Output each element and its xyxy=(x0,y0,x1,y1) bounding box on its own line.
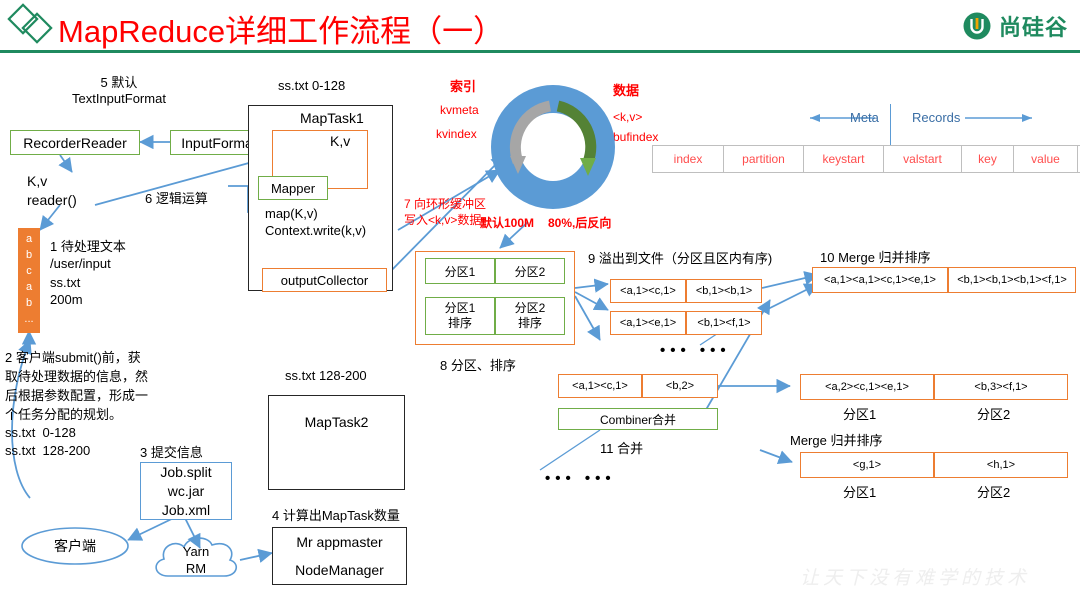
step8-label: 8 分区、排序 xyxy=(440,358,516,373)
kv-reader-label: K,v reader() xyxy=(27,173,77,208)
combine-ellipsis: ••• ••• xyxy=(545,470,616,487)
spill-row2-cell2: <b,1><f,1> xyxy=(686,311,762,335)
spill-row1-cell2: <b,1><b,1> xyxy=(686,279,762,303)
strip-letter: b xyxy=(25,297,33,309)
records-label: Records xyxy=(912,110,961,125)
ring-buffer-icon xyxy=(488,82,618,212)
client-ellipse: 客户端 xyxy=(20,526,130,566)
strip-letter: a xyxy=(25,233,33,245)
step9-label: 9 溢出到文件（分区且区内有序) xyxy=(588,251,773,266)
job-files-box: Job.split wc.jar Job.xml xyxy=(140,462,232,520)
appmaster-line2: NodeManager xyxy=(295,562,384,578)
record-cell-value: value xyxy=(1014,145,1078,173)
yarn-label: Yarn RM xyxy=(182,544,210,576)
map-call-label: map(K,v) Context.write(k,v) xyxy=(265,206,367,238)
result1-label1: 分区1 xyxy=(843,407,877,422)
step10-label: 10 Merge 归并排序 xyxy=(820,250,931,265)
maptask2-caption: ss.txt 128-200 xyxy=(285,368,367,383)
result1-cell1: <a,2><c,1><e,1> xyxy=(800,374,934,400)
result2-label1: 分区1 xyxy=(843,485,877,500)
ring-size-label: 默认100M xyxy=(480,216,535,230)
step2-label: 2 客户端submit()前，获 取待处理数据的信息，然 后根据参数配置，形成一… xyxy=(5,350,149,422)
meta-cell-keystart: keystart xyxy=(804,145,884,173)
strip-letter: c xyxy=(26,265,32,277)
kv-label: K,v xyxy=(330,133,351,149)
maptask1-title: MapTask1 xyxy=(300,110,364,126)
kvindex-label: kvindex xyxy=(436,127,477,141)
watermark-text: 让天下没有难学的技术 xyxy=(800,567,1031,589)
maptask1-caption: ss.txt 0-128 xyxy=(278,78,346,93)
combine-cell1: <a,1><c,1> xyxy=(558,374,642,398)
step6-label: 6 逻辑运算 xyxy=(145,191,208,206)
result2-label2: 分区2 xyxy=(977,485,1011,500)
partition2-box: 分区2 xyxy=(495,258,565,284)
spill-row1-cell1: <a,1><c,1> xyxy=(610,279,686,303)
spill-row2-cell1: <a,1><e,1> xyxy=(610,311,686,335)
result1-cell2: <b,3><f,1> xyxy=(934,374,1068,400)
step4-label: 4 计算出MapTask数量 xyxy=(272,508,400,523)
slide-canvas: MapReduce详细工作流程（一） 尚硅谷 5 默认 TextInputFor… xyxy=(0,0,1080,608)
client-label: 客户端 xyxy=(54,538,96,554)
result2-cell1: <g,1> xyxy=(800,452,934,478)
kvmeta-label: kvmeta xyxy=(440,103,479,117)
merge-cell2: <b,1><b,1><b,1><f,1> xyxy=(948,267,1076,293)
step1-file-label: ss.txt 200m xyxy=(50,275,83,307)
spill-ellipsis: ••• ••• xyxy=(660,342,731,359)
input-text-strip: a b c a b ... xyxy=(18,228,40,333)
combine-cell2: <b,2> xyxy=(642,374,718,398)
step3-label: 3 提交信息 xyxy=(140,445,203,460)
mapper-box: Mapper xyxy=(258,176,328,200)
meta-records-table: index partition keystart valstart key va… xyxy=(652,145,1080,173)
partition2-sorted-box: 分区2 排序 xyxy=(495,297,565,335)
output-collector-box: outputCollector xyxy=(262,268,387,292)
split2-label: ss.txt 128-200 xyxy=(5,443,91,458)
ring-index-label: 索引 xyxy=(450,79,477,94)
meta-cell-valstart: valstart xyxy=(884,145,962,173)
step1-label: 1 待处理文本 /user/input xyxy=(50,239,126,271)
yarn-cloud: Yarn RM xyxy=(148,530,244,588)
partition1-sorted-box: 分区1 排序 xyxy=(425,297,495,335)
meta-cell-partition: partition xyxy=(724,145,804,173)
combiner-box: Combiner合并 xyxy=(558,408,718,430)
meta-cell-index: index xyxy=(652,145,724,173)
appmaster-line1: Mr appmaster xyxy=(296,534,383,550)
strip-letter: b xyxy=(25,249,33,261)
strip-letter: a xyxy=(25,281,33,293)
record-cell-key: key xyxy=(962,145,1014,173)
maptask2-box: MapTask2 xyxy=(268,395,405,490)
step5-label: 5 默认 TextInputFormat xyxy=(72,75,166,106)
strip-letter: ... xyxy=(24,313,34,325)
bufindex-label: bufindex xyxy=(613,130,659,144)
partition1-box: 分区1 xyxy=(425,258,495,284)
step11-label: 11 合并 xyxy=(600,441,644,456)
split1-label: ss.txt 0-128 xyxy=(5,425,76,440)
step7-label: 7 向环形缓冲区 写入<k,v>数据 xyxy=(404,197,487,227)
result2-caption: Merge 归并排序 xyxy=(790,433,883,448)
result2-cell2: <h,1> xyxy=(934,452,1068,478)
result1-label2: 分区2 xyxy=(977,407,1011,422)
meta-label: Meta xyxy=(850,110,879,125)
merge-cell1: <a,1><a,1><c,1><e,1> xyxy=(812,267,948,293)
recorder-reader-box: RecorderReader xyxy=(10,130,140,155)
ring-threshold-label: 80%,后反向 xyxy=(548,216,612,230)
appmaster-box: Mr appmaster NodeManager xyxy=(272,527,407,585)
